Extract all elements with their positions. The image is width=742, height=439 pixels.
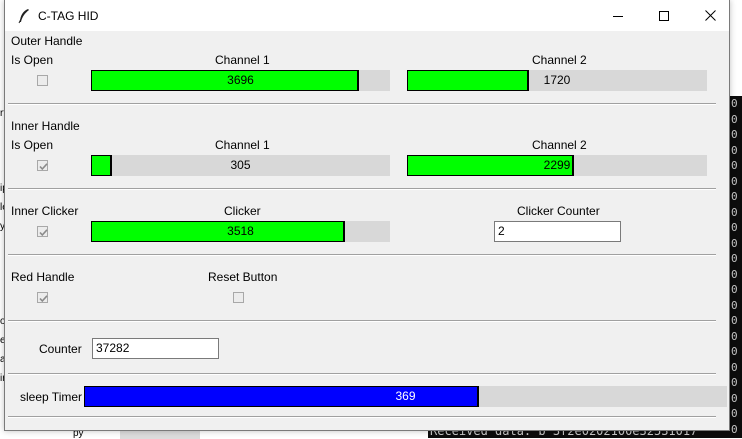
close-icon	[704, 10, 716, 21]
clicker-label: Clicker	[224, 204, 261, 218]
terminal-char: 0	[731, 407, 738, 420]
app-window: C-TAG HID Outer Handle Is Open Channel 1…	[4, 0, 730, 431]
counter-field[interactable]: 37282	[92, 338, 219, 359]
sleep-timer-value: 369	[395, 389, 416, 403]
clicker-value: 3518	[227, 224, 254, 238]
inner-channel1-value: 305	[230, 158, 251, 172]
terminal-char: 0	[731, 298, 738, 312]
sleep-timer-label: sleep Timer	[20, 390, 83, 404]
terminal-char: 0	[731, 252, 738, 265]
minimize-button[interactable]	[595, 0, 641, 31]
terminal-char: 0	[731, 112, 738, 126]
outer-is-open-checkbox[interactable]	[37, 75, 48, 86]
window-title: C-TAG HID	[38, 9, 99, 23]
inner-handle-title: Inner Handle	[11, 119, 80, 133]
inner-channel1-label: Channel 1	[215, 138, 270, 152]
separator	[8, 373, 716, 375]
close-button[interactable]	[687, 0, 733, 31]
separator	[8, 320, 716, 322]
clicker-counter-label: Clicker Counter	[517, 204, 600, 218]
check-icon	[39, 163, 48, 171]
feather-icon	[18, 9, 29, 24]
outer-channel1-bar: 3696	[91, 70, 390, 91]
inner-channel2-value: 2299	[543, 158, 571, 172]
terminal-char: 0	[731, 360, 738, 374]
title-bar[interactable]: C-TAG HID	[5, 0, 729, 31]
maximize-icon	[659, 10, 669, 21]
sleep-timer-bar: 369	[84, 386, 727, 407]
terminal-char: 0	[731, 205, 738, 219]
inner-channel2-bar: 2299	[407, 155, 707, 176]
clicker-bar: 3518	[91, 221, 390, 242]
clicker-counter-field[interactable]: 2	[494, 221, 621, 242]
terminal-char: 0	[731, 329, 738, 343]
inner-is-open-label: Is Open	[11, 138, 54, 152]
terminal-char: 0	[731, 174, 738, 188]
maximize-button[interactable]	[641, 0, 687, 31]
check-icon	[39, 229, 48, 237]
outer-channel2-label: Channel 2	[532, 53, 587, 67]
separator	[8, 188, 716, 190]
terminal-char: 0	[731, 391, 738, 405]
terminal-char: 0	[731, 422, 738, 436]
terminal-char: 0	[731, 97, 738, 110]
outer-channel1-value: 3696	[227, 73, 254, 87]
terminal-char: 0	[731, 190, 738, 203]
terminal-char: 0	[731, 128, 738, 141]
inner-clicker-title: Inner Clicker	[11, 204, 79, 218]
separator	[8, 416, 716, 418]
outer-channel2-bar: 1720	[407, 70, 707, 91]
terminal-char: 0	[731, 221, 738, 234]
minimize-icon	[613, 15, 623, 17]
reset-button-checkbox[interactable]	[233, 292, 244, 303]
terminal-char: 0	[731, 236, 738, 250]
terminal-char: 0	[731, 159, 738, 172]
outer-channel2-value: 1720	[543, 73, 571, 87]
outer-is-open-label: Is Open	[11, 53, 54, 67]
red-handle-checkbox[interactable]	[37, 292, 48, 303]
inner-clicker-checkbox[interactable]	[37, 226, 48, 237]
counter-label: Counter	[39, 342, 82, 356]
inner-is-open-checkbox[interactable]	[37, 160, 48, 171]
separator	[8, 254, 716, 256]
background-terminal-right: 0 0 0 0 0 0 0 0 0 0 0 0 0 0 0 0 0 0 0 0 0 0	[728, 96, 742, 438]
terminal-char: 0	[731, 143, 738, 157]
terminal-char: 0	[731, 345, 738, 358]
outer-channel1-label: Channel 1	[215, 53, 270, 67]
terminal-char: 0	[731, 283, 738, 296]
terminal-char: 0	[731, 376, 738, 389]
red-handle-title: Red Handle	[11, 270, 75, 284]
separator	[8, 103, 716, 105]
inner-channel2-label: Channel 2	[532, 138, 587, 152]
inner-channel1-bar: 305	[91, 155, 390, 176]
check-icon	[39, 295, 48, 303]
terminal-char: 0	[731, 267, 738, 281]
outer-handle-title: Outer Handle	[11, 34, 83, 48]
reset-button-label: Reset Button	[208, 270, 278, 284]
terminal-char: 0	[731, 314, 738, 327]
